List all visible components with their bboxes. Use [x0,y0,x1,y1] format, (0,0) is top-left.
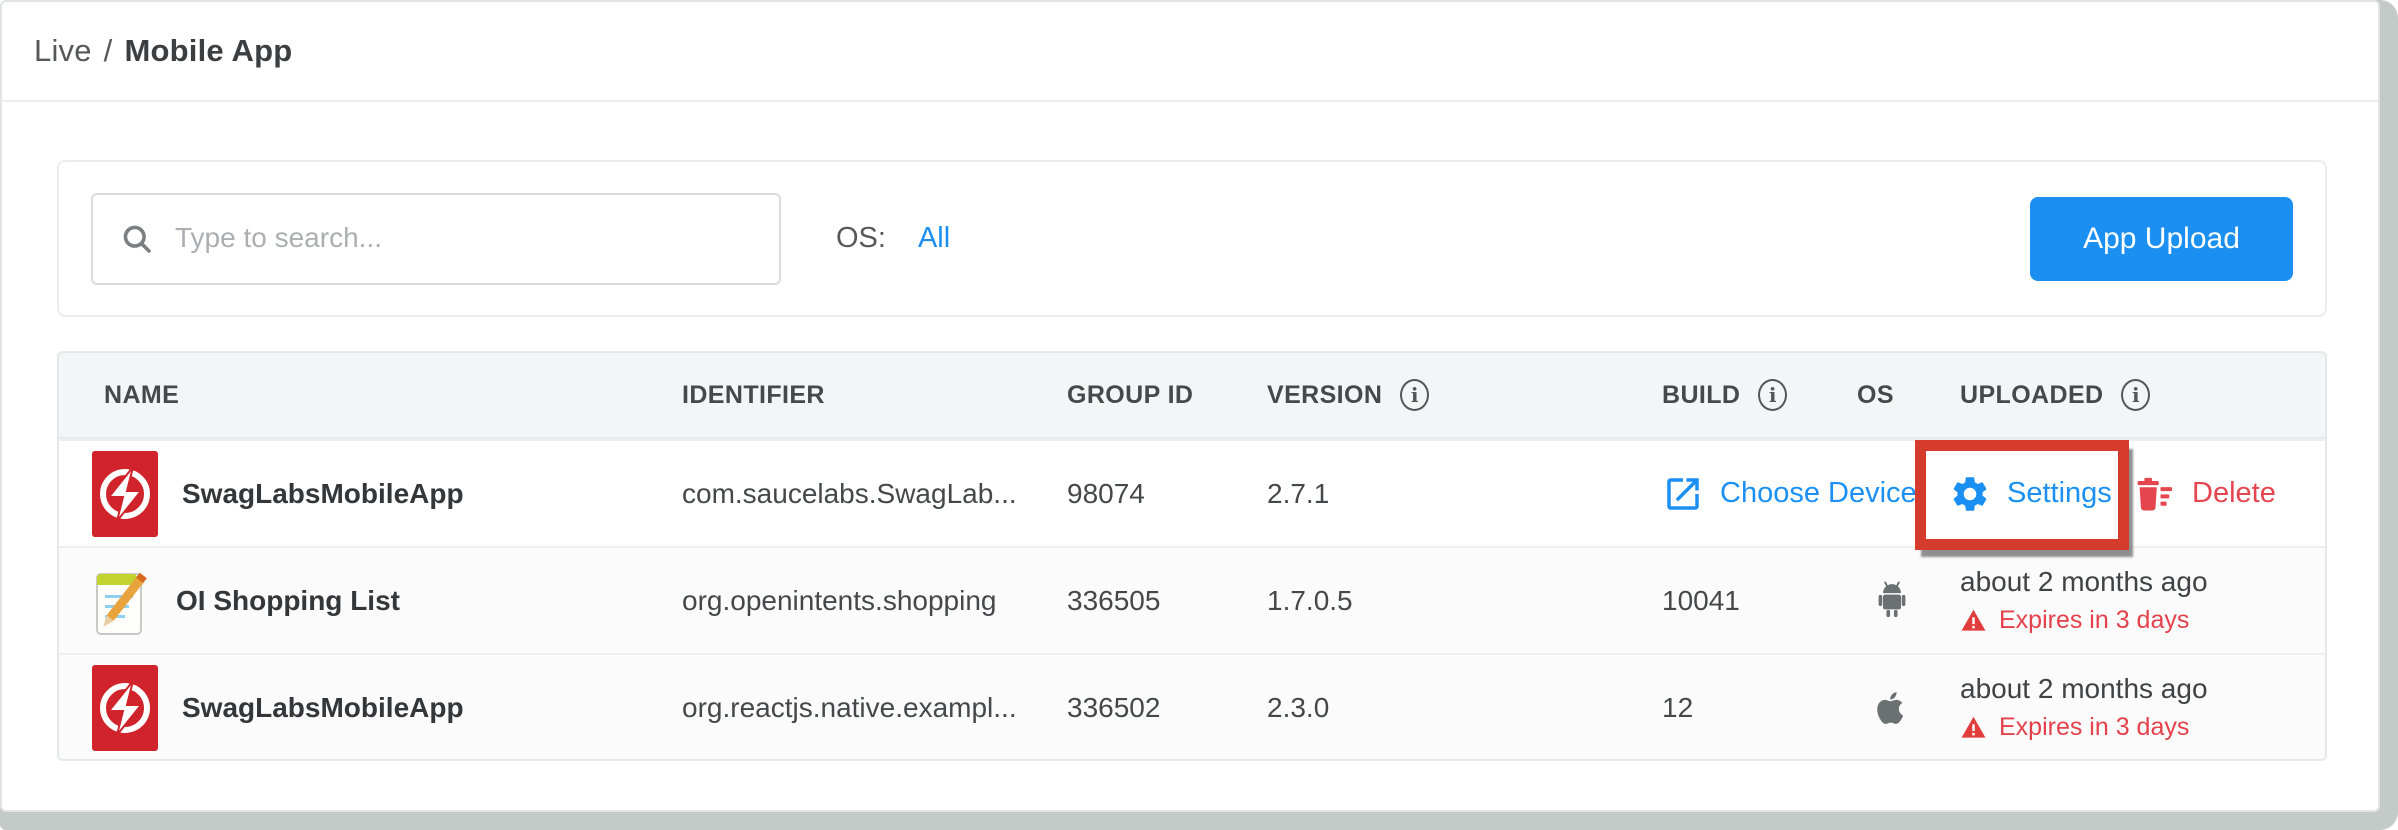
app-upload-button[interactable]: App Upload [2030,197,2293,281]
os-filter-value[interactable]: All [918,222,950,255]
col-header-name: NAME [59,381,682,410]
app-window: Live / Mobile App OS: All App Upload [0,0,2380,812]
uploaded-time: about 2 months ago [1960,566,2325,598]
col-header-os: OS [1857,381,1960,410]
app-identifier: com.saucelabs.SwagLab... [682,478,1067,510]
gear-icon [1949,473,1991,515]
apple-os-icon [1869,687,1911,729]
app-version: 1.7.0.5 [1267,585,1662,617]
trash-icon [2130,472,2176,516]
col-header-version: VERSION [1267,381,1382,410]
build-info-icon[interactable]: i [1758,379,1787,411]
settings-label: Settings [2007,477,2112,510]
app-group-id: 336505 [1067,585,1267,617]
android-os-icon [1869,578,1915,624]
table-row[interactable]: OI Shopping List org.openintents.shoppin… [59,546,2325,653]
swaglabs-app-icon [92,665,158,751]
breadcrumb-section[interactable]: Live [34,33,92,69]
search-box[interactable] [91,193,781,285]
expires-label: Expires in 3 days [1999,713,2189,742]
breadcrumb-separator: / [104,33,113,69]
table-header-row: NAME IDENTIFIER GROUP ID VERSION i BUILD… [59,353,2325,439]
breadcrumb: Live / Mobile App [2,2,2378,102]
warning-icon [1960,714,1987,741]
choose-device-label: Choose Device [1720,477,1917,510]
choose-device-link[interactable]: Choose Device [1662,473,1917,515]
app-version: 2.7.1 [1267,478,1662,510]
search-icon [119,221,155,257]
search-input[interactable] [175,203,779,273]
screenshot-frame: Live / Mobile App OS: All App Upload [0,0,2398,830]
app-identifier: org.openintents.shopping [682,585,1067,617]
col-header-group-id: GROUP ID [1067,381,1267,410]
external-link-icon [1662,473,1704,515]
apps-table: NAME IDENTIFIER GROUP ID VERSION i BUILD… [57,351,2327,761]
settings-link[interactable]: Settings [1949,473,2112,515]
col-header-uploaded: UPLOADED [1960,381,2103,410]
warning-icon [1960,607,1987,634]
delete-link[interactable]: Delete [2130,472,2276,516]
os-filter: OS: All [836,222,950,255]
toolbar: OS: All App Upload [57,160,2327,317]
swaglabs-app-icon [92,451,158,537]
col-header-identifier: IDENTIFIER [682,381,1067,410]
app-name: OI Shopping List [176,585,400,617]
app-name: SwagLabsMobileApp [182,478,464,510]
os-filter-label: OS: [836,222,886,255]
version-info-icon[interactable]: i [1400,379,1429,411]
uploaded-info-icon[interactable]: i [2121,379,2150,411]
table-row[interactable]: SwagLabsMobileApp org.reactjs.native.exa… [59,653,2325,760]
col-header-build: BUILD [1662,381,1740,410]
app-group-id: 98074 [1067,478,1267,510]
uploaded-time: about 2 months ago [1960,673,2325,705]
app-name: SwagLabsMobileApp [182,692,464,724]
delete-label: Delete [2192,477,2276,510]
app-version: 2.3.0 [1267,692,1662,724]
table-row[interactable]: SwagLabsMobileApp com.saucelabs.SwagLab.… [59,439,2325,546]
notepad-app-icon [92,562,152,640]
app-build: 10041 [1662,585,1857,617]
app-identifier: org.reactjs.native.exampl... [682,692,1067,724]
expires-label: Expires in 3 days [1999,606,2189,635]
app-group-id: 336502 [1067,692,1267,724]
app-build: 12 [1662,692,1857,724]
page-title: Mobile App [125,33,293,69]
